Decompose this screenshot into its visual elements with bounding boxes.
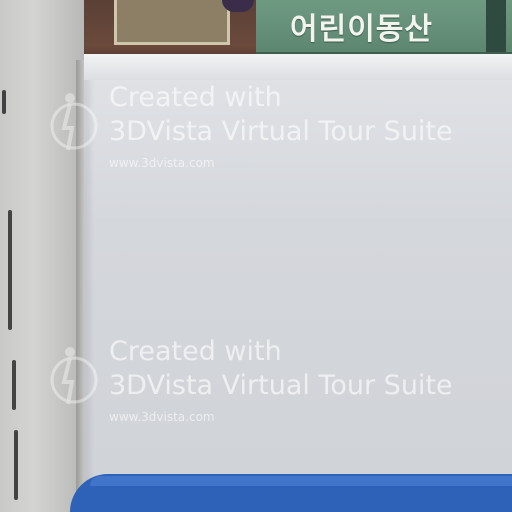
watermark: Created with 3DVista Virtual Tour Suite … <box>0 332 512 442</box>
blue-tray-highlight <box>90 476 512 486</box>
whiteboard-top-edge <box>84 54 512 80</box>
watermark-line2: 3DVista Virtual Tour Suite <box>109 116 453 147</box>
3dvista-logo-icon <box>50 347 98 405</box>
photo-scene: 어린이동산 Created with 3DVista Virtual Tour … <box>0 0 512 512</box>
watermark-url: www.3dvista.com <box>109 156 215 170</box>
watermark-line2: 3DVista Virtual Tour Suite <box>109 370 453 401</box>
watermark: Created with 3DVista Virtual Tour Suite … <box>0 78 512 188</box>
watermark-url: www.3dvista.com <box>109 410 215 424</box>
watermark-line1: Created with <box>109 82 282 113</box>
wood-frame-inset <box>114 0 230 45</box>
sign-text: 어린이동산 <box>290 12 433 47</box>
sign-post <box>486 0 506 52</box>
3dvista-logo-icon <box>50 93 98 151</box>
watermark-line1: Created with <box>109 336 282 367</box>
wall-crack <box>8 210 12 330</box>
